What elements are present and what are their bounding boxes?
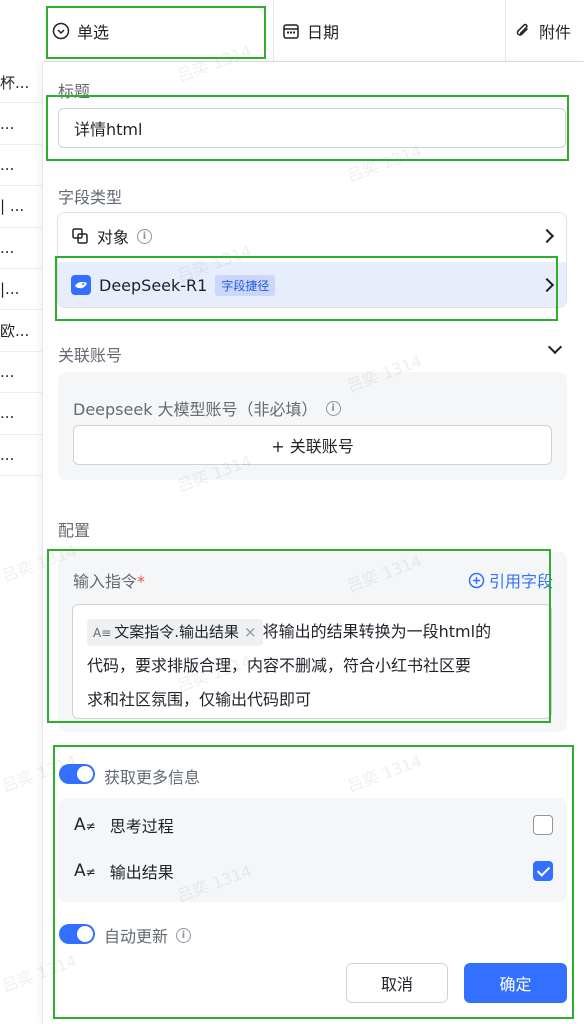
- linked-account-card: Deepseek 大模型账号（非必填） i + 关联账号: [58, 372, 567, 480]
- title-input[interactable]: 详情html: [58, 108, 566, 148]
- config-label: 配置: [58, 521, 91, 540]
- table-cell[interactable]: ...: [0, 103, 43, 145]
- plus-circle-icon: [468, 572, 485, 589]
- auto-update-label: 自动更新 i: [104, 923, 192, 947]
- table-cell[interactable]: 杯...: [0, 62, 43, 104]
- column-header-label: 附件: [539, 22, 572, 42]
- linked-account-label: 关联账号: [58, 346, 123, 365]
- chevron-right-icon: [539, 277, 555, 293]
- table-cell[interactable]: | ...: [0, 186, 43, 228]
- required-asterisk: *: [137, 572, 146, 591]
- table-cell[interactable]: ...: [0, 393, 43, 435]
- info-icon[interactable]: i: [325, 400, 341, 416]
- field-type-label: 字段类型: [58, 188, 123, 207]
- checkbox-thinking-process[interactable]: [533, 815, 553, 835]
- title-label: 标题: [58, 82, 91, 101]
- reference-field-button[interactable]: 引用字段: [468, 568, 553, 592]
- instruction-label-text: 输入指令: [73, 572, 138, 591]
- auto-update-text: 自动更新: [104, 927, 169, 946]
- single-select-icon: [52, 22, 70, 40]
- field-reference-chip[interactable]: A≡ 文案指令.输出结果 ×: [87, 619, 263, 646]
- table-cell[interactable]: ...: [0, 352, 43, 394]
- checkbox-output-result[interactable]: [533, 861, 553, 881]
- instruction-text: 求和社区氛围，仅输出代码即可: [87, 690, 312, 709]
- link-account-button[interactable]: + 关联账号: [73, 425, 552, 465]
- column-header-label: 日期: [307, 22, 340, 42]
- object-icon: [71, 227, 89, 245]
- field-type-option-label: 对象: [97, 228, 130, 247]
- info-icon[interactable]: i: [137, 228, 153, 244]
- calendar-icon: [282, 22, 300, 40]
- text-ai-icon: A≠: [74, 861, 96, 881]
- table-cell[interactable]: ...: [0, 228, 43, 269]
- auto-update-toggle[interactable]: [59, 924, 95, 944]
- chevron-right-icon: [539, 228, 555, 244]
- chip-close-icon[interactable]: ×: [244, 623, 257, 641]
- reference-field-label: 引用字段: [488, 572, 553, 591]
- instruction-input[interactable]: A≡ 文案指令.输出结果 × 将输出的结果转换为一段html的 代码，要求排版合理，内…: [72, 604, 552, 719]
- account-hint: Deepseek 大模型账号（非必填） i: [73, 396, 341, 420]
- column-header-date[interactable]: 日期: [274, 0, 506, 62]
- column-header-single-select[interactable]: 单选: [44, 0, 274, 62]
- field-type-option-object[interactable]: 对象 i: [58, 213, 566, 259]
- info-icon[interactable]: i: [176, 927, 192, 943]
- field-config-panel: 标题 详情html 字段类型 对象 i DeepSeek-R1 字段捷径 关联账…: [42, 62, 584, 1024]
- column-header-label: 单选: [77, 22, 110, 42]
- text-ai-icon: A≠: [74, 815, 96, 835]
- field-type-option-label: DeepSeek-R1: [99, 275, 208, 295]
- paperclip-icon: [514, 22, 532, 40]
- column-header-attachment[interactable]: 附件: [506, 0, 584, 62]
- cancel-button[interactable]: 取消: [346, 963, 448, 1003]
- more-info-label: 获取更多信息: [104, 768, 201, 787]
- table-left-column: 杯... ... ... | ... ... |... 欧... ... ...…: [0, 62, 44, 504]
- table-cell[interactable]: ...: [0, 145, 43, 187]
- more-info-toggle[interactable]: [59, 764, 95, 784]
- field-shortcut-tag: 字段捷径: [215, 274, 276, 296]
- field-type-option-deepseek[interactable]: DeepSeek-R1 字段捷径: [58, 262, 566, 307]
- chip-label: 文案指令.输出结果: [114, 623, 240, 641]
- option-output-result[interactable]: A≠ 输出结果: [58, 848, 567, 894]
- instruction-label: 输入指令*: [73, 568, 145, 592]
- account-hint-text: Deepseek 大模型账号（非必填）: [73, 400, 318, 419]
- confirm-button[interactable]: 确定: [464, 963, 567, 1003]
- option-thinking-process[interactable]: A≠ 思考过程: [58, 802, 567, 848]
- output-options-card: A≠ 思考过程 A≠ 输出结果: [58, 798, 567, 902]
- table-cell[interactable]: 欧...: [0, 310, 43, 352]
- instruction-card: 输入指令* 引用字段 A≡ 文案指令.输出结果 × 将输出的结果转换为一段html的 …: [58, 552, 567, 732]
- deepseek-logo-icon: [71, 275, 91, 295]
- option-label: 输出结果: [109, 863, 174, 882]
- instruction-text: 代码，要求排版合理，内容不删减，符合小红书社区要: [87, 656, 472, 675]
- chevron-down-icon[interactable]: [547, 339, 563, 355]
- field-type-selector: 对象 i DeepSeek-R1 字段捷径: [57, 212, 567, 308]
- instruction-text: 将输出的结果转换为一段html的: [262, 622, 492, 641]
- text-field-icon: A≡: [93, 626, 112, 640]
- table-cell[interactable]: ...: [0, 435, 43, 476]
- table-cell[interactable]: |...: [0, 269, 43, 311]
- option-label: 思考过程: [109, 817, 174, 836]
